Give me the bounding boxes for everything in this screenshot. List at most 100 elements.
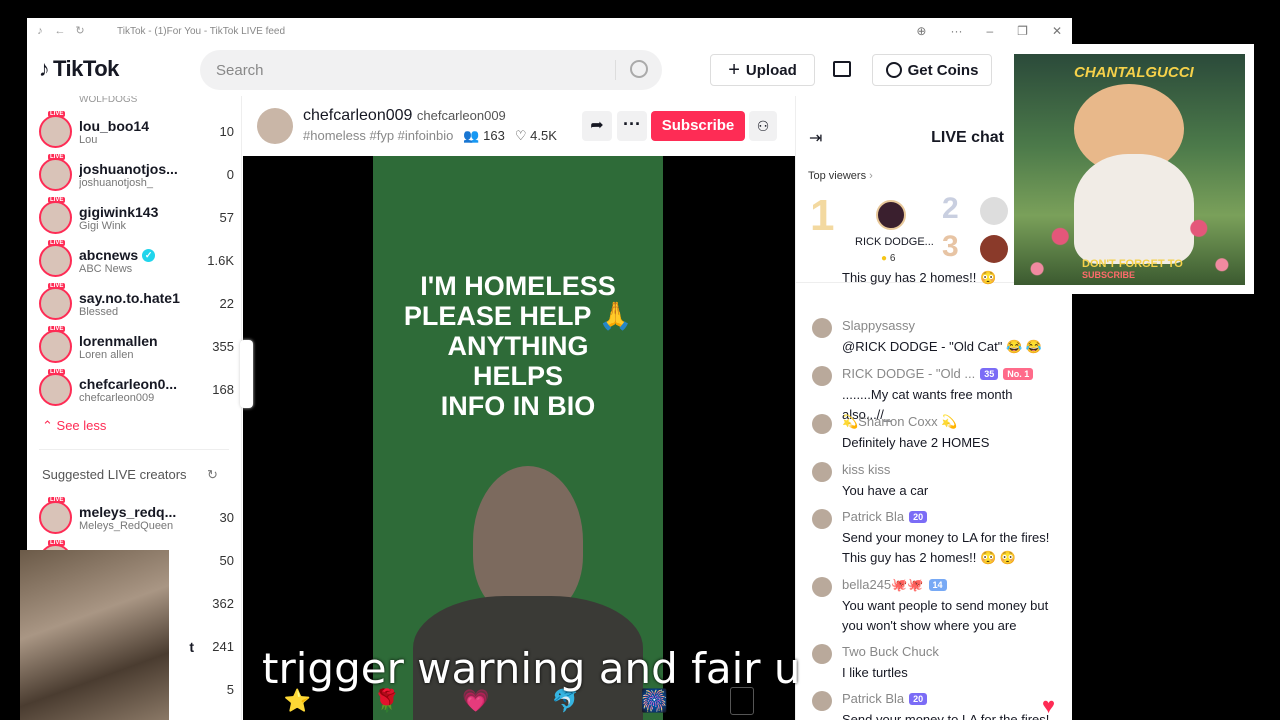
collapse-sidebar-handle[interactable] <box>240 340 253 408</box>
chat-text: You have a car <box>842 483 929 498</box>
search-input[interactable]: Search <box>200 50 662 90</box>
top-viewer-avatar[interactable] <box>876 200 906 230</box>
chat-text: @RICK DODGE - "Old Cat" 😂 😂 <box>842 339 1042 354</box>
follow-user-icon[interactable]: ⚇ <box>749 111 777 141</box>
chat-username[interactable]: Two Buck Chuck <box>842 644 939 659</box>
chevron-right-icon: › <box>869 170 873 182</box>
subscribe-button[interactable]: Subscribe <box>651 111 745 141</box>
zoom-icon[interactable]: ⊕ <box>916 24 926 38</box>
chat-username[interactable]: bella245🐙🐙 14 <box>842 577 947 593</box>
chat-badge: 35 <box>980 367 999 380</box>
browser-window: ♪ ← ↻ TikTok - (1)For You - TikTok LIVE … <box>27 18 1072 720</box>
refresh-suggestions-icon[interactable]: ↻ <box>207 467 218 483</box>
chat-username[interactable]: 💫Sharron Coxx 💫 <box>842 414 957 430</box>
sidebar-live-item[interactable]: LIVE chefcarleon0... chefcarleon009 168 <box>39 368 234 411</box>
tiktok-note-icon: ♪ <box>38 56 50 81</box>
sidebar-item-name: gigiwink143 <box>79 203 159 220</box>
chat-avatar[interactable] <box>812 414 832 434</box>
overlay-bottom-text-2: SUBSCRIBE <box>1082 270 1136 280</box>
video-text-line: PLEASE HELP 🙏 <box>403 301 633 331</box>
video-text: I'M HOMELESS PLEASE HELP 🙏 ANYTHING HELPS IN… <box>373 271 663 421</box>
collapse-chat-icon[interactable]: ⇥ <box>809 128 822 148</box>
live-badge: LIVE <box>48 154 66 160</box>
live-badge: LIVE <box>48 497 66 503</box>
host-avatar[interactable] <box>257 108 293 144</box>
sidebar-item-sub: joshuanotjosh_ <box>79 176 154 189</box>
chat-avatar[interactable] <box>812 644 832 664</box>
top-viewers-link[interactable]: Top viewers › <box>808 170 873 182</box>
sidebar-live-item[interactable]: LIVE joshuanotjos... joshuanotjosh_ 0 <box>39 153 234 196</box>
chat-avatar[interactable] <box>812 462 832 482</box>
chat-avatar[interactable] <box>812 366 832 386</box>
sidebar-live-item[interactable]: LIVE abcnews ✓ ABC News 1.6K <box>39 239 234 282</box>
channel-overlay: CHANTALGUCCI DON'T FORGET TO SUBSCRIBE <box>1014 44 1254 294</box>
chat-avatar[interactable] <box>812 577 832 597</box>
rank-2-avatar[interactable] <box>980 197 1008 225</box>
get-coins-button[interactable]: Get Coins <box>872 54 992 86</box>
host-tags[interactable]: #homeless #fyp #infoinbio <box>303 128 453 144</box>
sidebar-item-names: lorenmallen Loren allen <box>79 333 194 361</box>
top-viewers-label: Top viewers <box>808 170 867 182</box>
top-viewer-name: RICK DODGE... <box>855 236 934 248</box>
back-icon[interactable]: ← <box>53 24 67 38</box>
title-bar: ♪ ← ↻ TikTok - (1)For You - TikTok LIVE … <box>27 18 1072 44</box>
chat-text: Send your money to LA for the fires! Thi… <box>842 530 1050 565</box>
chat-text: You want people to send money but you wo… <box>842 598 1049 633</box>
avatar: LIVE <box>39 326 72 363</box>
more-options-button[interactable]: ··· <box>617 111 647 141</box>
viewer-count: 362 <box>212 596 234 611</box>
sidebar-live-item[interactable]: LIVE lorenmallen Loren allen 355 <box>39 325 234 368</box>
live-badge: LIVE <box>48 326 66 332</box>
suggested-title: Suggested LIVE creators <box>42 467 187 482</box>
viewer-count: 355 <box>212 339 234 354</box>
live-badge: LIVE <box>48 283 66 289</box>
header: ♪ TikTok Search + Upload Get Coins <box>27 44 1072 96</box>
sidebar-live-item[interactable]: LIVE lou_boo14 Lou 10 <box>39 110 234 153</box>
chat-avatar[interactable] <box>812 318 832 338</box>
tiktok-logo[interactable]: ♪ TikTok <box>35 56 120 82</box>
chat-username-text: 💫Sharron Coxx 💫 <box>842 414 958 429</box>
search-icon[interactable] <box>630 60 648 78</box>
sidebar-item-name: meleys_redq... <box>79 503 177 520</box>
avatar: LIVE <box>39 111 72 148</box>
avatar: LIVE <box>39 197 72 234</box>
chat-username-text: RICK DODGE - "Old ... <box>842 366 976 381</box>
live-badge: LIVE <box>48 369 66 375</box>
like-heart-icon[interactable]: ♥ <box>1042 693 1055 719</box>
sidebar-item-name: say.no.to.hate1 <box>79 289 180 306</box>
chat-username[interactable]: Slappysassy <box>842 318 915 333</box>
sidebar-live-item[interactable]: LIVE gigiwink143 Gigi Wink 57 <box>39 196 234 239</box>
live-stream-area: chefcarleon009 chefcarleon009 #homeless … <box>240 96 795 720</box>
more-icon[interactable]: ··· <box>950 24 962 38</box>
chat-text: Definitely have 2 HOMES <box>842 435 990 450</box>
sidebar-live-item[interactable]: LIVE say.no.to.hate1 Blessed 22 <box>39 282 234 325</box>
chat-avatar[interactable] <box>812 691 832 711</box>
rank-3-avatar[interactable] <box>980 235 1008 263</box>
chat-badge: 20 <box>909 510 928 523</box>
viewers-count: 👥 163 <box>463 128 505 144</box>
restore-button[interactable]: ❐ <box>1017 24 1028 38</box>
rank-1-number: 1 <box>810 191 835 240</box>
chat-text: I like turtles <box>842 665 908 680</box>
refresh-icon[interactable]: ↻ <box>73 24 87 38</box>
chat-username[interactable]: RICK DODGE - "Old ... 35 No. 1 <box>842 366 1034 381</box>
close-button[interactable]: ✕ <box>1052 24 1062 38</box>
chat-avatar[interactable] <box>812 509 832 529</box>
upload-button[interactable]: + Upload <box>710 54 815 86</box>
chat-username[interactable]: Patrick Bla 20 <box>842 509 928 524</box>
chat-username[interactable]: kiss kiss <box>842 462 890 477</box>
sidebar-item-names: gigiwink143 Gigi Wink <box>79 204 194 232</box>
inbox-icon[interactable] <box>833 61 851 77</box>
share-button[interactable]: ➦ <box>582 111 612 141</box>
host-name[interactable]: chefcarleon009 <box>303 107 412 124</box>
avatar: LIVE <box>39 283 72 320</box>
verified-icon: ✓ <box>142 249 156 263</box>
suggested-live-item[interactable]: LIVE meleys_redq... Meleys_RedQueen 30 <box>39 496 234 539</box>
see-less-link[interactable]: ⌃ See less <box>42 418 106 434</box>
chat-text: Send your money to LA for the fires! Thi… <box>842 712 1050 720</box>
host-bar: chefcarleon009 chefcarleon009 #homeless … <box>243 96 795 156</box>
chat-username[interactable]: Patrick Bla 20 <box>842 691 928 706</box>
video-player[interactable]: I'M HOMELESS PLEASE HELP 🙏 ANYTHING HELPS IN… <box>243 156 795 720</box>
viewers-value: 163 <box>483 128 505 143</box>
minimize-button[interactable]: – <box>986 24 993 38</box>
